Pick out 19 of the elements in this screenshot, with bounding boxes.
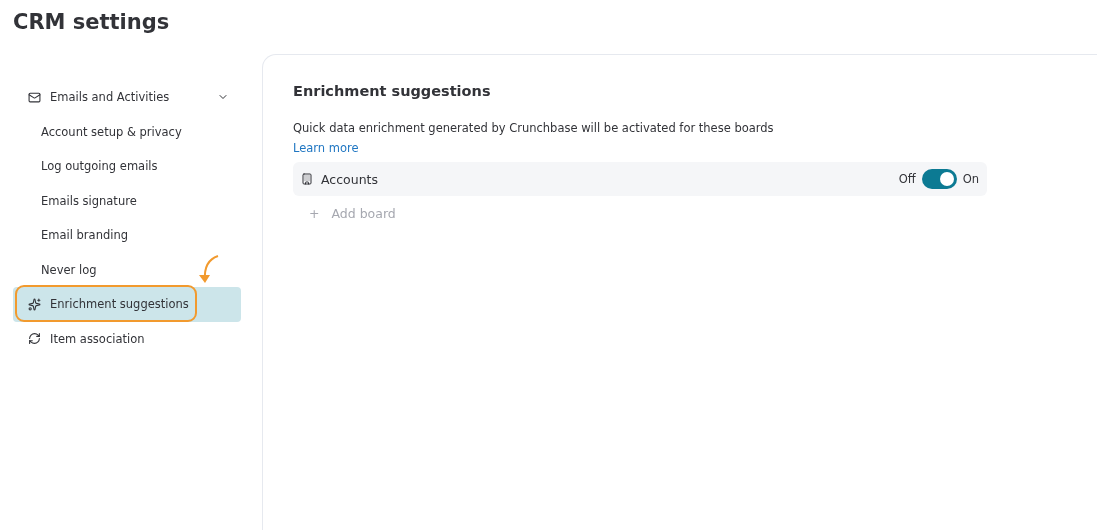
sidebar-item[interactable]: Account setup & privacy xyxy=(13,114,241,149)
description-text: Quick data enrichment generated by Crunchbase will be activated for these boards xyxy=(293,120,775,137)
sidebar-item[interactable]: Emails signature xyxy=(13,183,241,218)
board-name: Accounts xyxy=(321,171,378,187)
building-icon xyxy=(301,173,313,185)
sidebar-item[interactable]: Log outgoing emails xyxy=(13,149,241,184)
sparkles-icon xyxy=(28,297,41,311)
sidebar-item[interactable]: Emails and Activities xyxy=(13,80,241,115)
sidebar-item[interactable]: Item association xyxy=(13,321,241,356)
sidebar-item[interactable]: Never log xyxy=(13,252,241,287)
page-title: CRM settings xyxy=(13,10,171,36)
sync-icon xyxy=(28,332,41,346)
toggle-switch[interactable] xyxy=(921,169,957,189)
off-label: Off xyxy=(898,172,916,186)
section-heading: Enrichment suggestions xyxy=(293,83,492,99)
on-label: On xyxy=(962,172,979,186)
mail-icon xyxy=(28,90,41,104)
sidebar-item[interactable]: Email branding xyxy=(13,218,241,253)
learn-more-link[interactable]: Learn more xyxy=(293,140,359,157)
